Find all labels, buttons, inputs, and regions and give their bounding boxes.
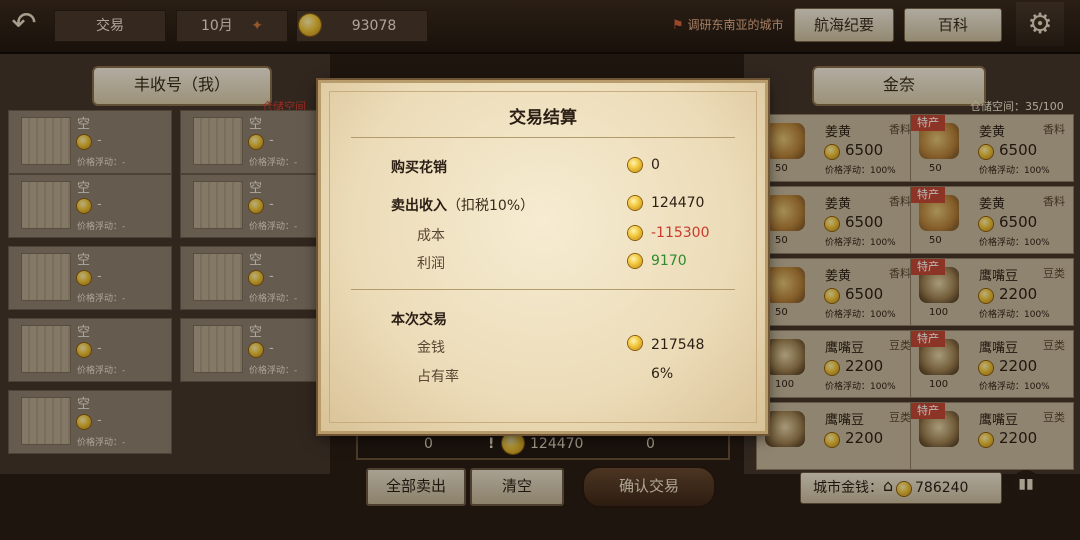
market-share-value: 6%: [651, 366, 674, 382]
gold-coin-icon: [628, 254, 642, 268]
divider: [351, 137, 735, 138]
divider: [351, 289, 735, 290]
buy-cost-value: 0: [651, 157, 660, 173]
sell-income-value: 124470: [651, 195, 705, 211]
dialog-frame: [329, 91, 757, 423]
money-value: 217548: [651, 337, 705, 353]
trade-settlement-dialog: 交易结算 购买花销 0 卖出收入（扣税10%） 124470 成本 -11530…: [318, 80, 768, 434]
gold-coin-icon: [628, 158, 642, 172]
gold-coin-icon: [628, 226, 642, 240]
cost-value: -115300: [651, 225, 710, 241]
money-label: 金钱: [417, 340, 445, 356]
gold-coin-icon: [628, 336, 642, 350]
session-trade-label: 本次交易: [391, 312, 447, 328]
profit-value: 9170: [651, 253, 687, 269]
sell-income-text: 卖出收入: [391, 198, 447, 214]
dialog-title: 交易结算: [509, 108, 577, 128]
market-share-label: 占有率: [417, 369, 459, 385]
buy-cost-label: 购买花销: [391, 160, 447, 176]
gold-coin-icon: [628, 196, 642, 210]
cost-label: 成本: [417, 228, 445, 244]
sell-income-label: 卖出收入（扣税10%）: [391, 195, 534, 215]
tax-note: （扣税10%）: [447, 198, 535, 214]
profit-label: 利润: [417, 256, 445, 272]
